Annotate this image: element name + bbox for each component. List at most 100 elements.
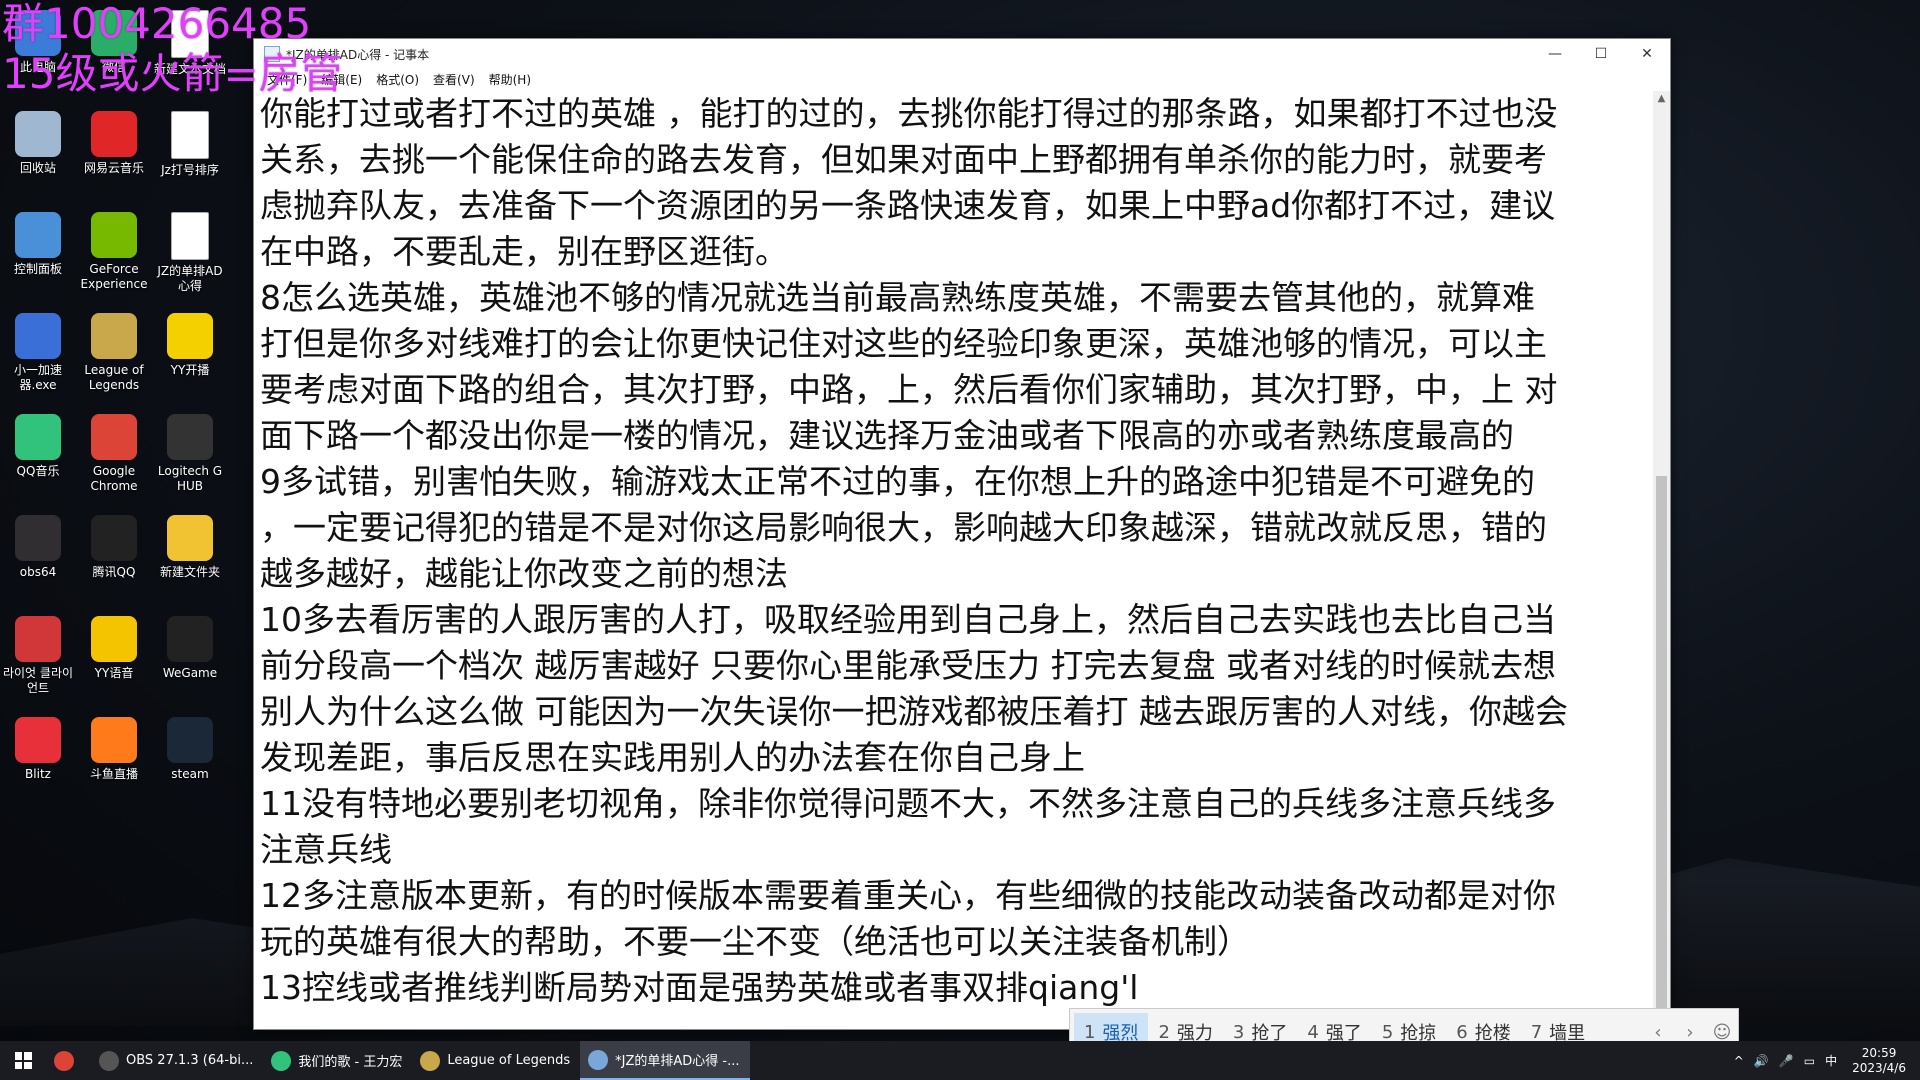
- windows-logo-icon: [14, 1052, 32, 1069]
- chrome-icon: [91, 414, 137, 460]
- desktop-icon[interactable]: QQ音乐: [0, 404, 76, 496]
- desktop-icon-label: steam: [171, 767, 209, 781]
- desktop-icon-label: obs64: [19, 565, 57, 579]
- taskbar-item-label: OBS 27.1.3 (64-bi...: [126, 1053, 254, 1068]
- menu-help[interactable]: 帮助(H): [482, 71, 538, 88]
- ime-mode-indicator[interactable]: 中: [1820, 1052, 1842, 1069]
- ime-next-icon[interactable]: ›: [1674, 1022, 1706, 1043]
- menu-format[interactable]: 格式(O): [369, 71, 426, 88]
- taskbar-item[interactable]: [46, 1041, 91, 1080]
- desktop-icon[interactable]: YY语音: [76, 606, 152, 698]
- taskbar-item[interactable]: OBS 27.1.3 (64-bi...: [91, 1041, 263, 1080]
- ime-prev-icon[interactable]: ‹: [1642, 1022, 1674, 1043]
- desktop-icon[interactable]: YY开播: [152, 303, 228, 395]
- desktop-icon[interactable]: obs64: [0, 505, 76, 597]
- yy-live-icon: [167, 313, 213, 359]
- text-line: 别人为什么这么做 可能因为一次失误你一把游戏都被压着打 越去跟厉害的人对线，你越…: [260, 692, 1568, 731]
- desktop-icon[interactable]: steam: [152, 707, 228, 799]
- text-line: 11没有特地必要别老切视角，除非你觉得问题不大，不然多注意自己的兵线多注意兵线多: [260, 784, 1556, 823]
- ime-candidate-number: 3: [1232, 1021, 1245, 1043]
- text-line: 要考虑对面下路的组合，其次打野，中路，上，然后看你们家辅助，其次打野，中，上 对: [260, 370, 1558, 409]
- folder-icon: [167, 515, 213, 561]
- desktop-icon[interactable]: Jz打号排序: [152, 101, 228, 193]
- accelerator-icon: [15, 313, 61, 359]
- menu-bar: 文件(F) 编辑(E) 格式(O) 查看(V) 帮助(H): [254, 69, 1670, 89]
- ime-candidate-number: 7: [1530, 1021, 1543, 1043]
- scroll-thumb[interactable]: [1656, 476, 1667, 1025]
- notepad-window: *JZ的单排AD心得 - 记事本 — ☐ ✕ 文件(F) 编辑(E) 格式(O)…: [253, 38, 1671, 1030]
- desktop-icon-label: 控制面板: [13, 262, 62, 276]
- close-button[interactable]: ✕: [1624, 39, 1670, 69]
- taskbar-item[interactable]: 我们的歌 - 王力宏: [263, 1041, 412, 1080]
- desktop-icon[interactable]: 斗鱼直播: [76, 707, 152, 799]
- steam-icon: [167, 717, 213, 763]
- league-of-legends-icon: [420, 1050, 441, 1071]
- desktop-icon-label: JZ的单排AD心得: [157, 264, 223, 293]
- text-line: 打但是你多对线难打的会让你更快记住对这些的经验印象更深，英雄池够的情况，可以主: [260, 324, 1547, 363]
- text-line: 发现差距，事后反思在实践用别人的办法套在你自己身上: [260, 738, 1085, 777]
- text-line: 玩的英雄有很大的帮助，不要一尘不变（绝活也可以关注装备机制）: [260, 922, 1250, 961]
- ime-candidate-number: 4: [1307, 1021, 1319, 1043]
- control-panel-icon: [15, 212, 61, 258]
- desktop-icon-label: League of Legends: [84, 363, 144, 392]
- desktop-icon[interactable]: WeGame: [152, 606, 228, 698]
- tray-chevron-icon[interactable]: ^: [1729, 1054, 1749, 1068]
- maximize-button[interactable]: ☐: [1578, 39, 1624, 69]
- ime-candidate-number: 5: [1381, 1021, 1394, 1043]
- taskbar-item-label: League of Legends: [447, 1053, 571, 1068]
- desktop-icon[interactable]: 新建文件夹: [152, 505, 228, 597]
- network-icon[interactable]: ▭: [1799, 1054, 1820, 1068]
- microphone-icon[interactable]: 🎤: [1774, 1054, 1799, 1068]
- text-line: 面下路一个都没出你是一楼的情况，建议选择万金油或者下限高的亦或者熟练度最高的: [260, 416, 1514, 455]
- clock-date: 2023/4/6: [1852, 1060, 1906, 1075]
- start-button[interactable]: [0, 1041, 46, 1080]
- qq-icon: [91, 515, 137, 561]
- text-line: 12多注意版本更新，有的时候版本需要着重关心，有些细微的技能改动装备改动都是对你: [260, 876, 1556, 915]
- taskbar-item[interactable]: League of Legends: [412, 1041, 580, 1080]
- text-line: 10多去看厉害的人跟厉害的人打，吸取经验用到自己身上，然后自己去实践也去比自己当: [260, 600, 1556, 639]
- text-line: 9多试错，别害怕失败，输游戏太正常不过的事，在你想上升的路途中犯错是不可避免的: [260, 462, 1535, 501]
- overlay-room-admin-note: 15级或火箭=房管: [2, 49, 343, 98]
- text-line: 你能打过或者打不过的英雄 ，能打的过的，去挑你能打得过的那条路，如果都打不过也没: [260, 94, 1558, 133]
- taskbar-item[interactable]: *JZ的单排AD心得 -...: [580, 1041, 750, 1080]
- desktop-icon[interactable]: 回收站: [0, 101, 76, 193]
- logitech-icon: [167, 414, 213, 460]
- text-file-icon: [171, 212, 209, 260]
- menu-view[interactable]: 查看(V): [426, 71, 482, 88]
- obs-icon: [15, 515, 61, 561]
- clock-time: 20:59: [1861, 1045, 1897, 1060]
- ime-candidate-number: 1: [1084, 1021, 1096, 1043]
- clock[interactable]: 20:59 2023/4/6: [1842, 1046, 1920, 1076]
- desktop-icon[interactable]: 腾讯QQ: [76, 505, 152, 597]
- desktop-icon[interactable]: 网易云音乐: [76, 101, 152, 193]
- desktop-icon[interactable]: League of Legends: [76, 303, 152, 395]
- netease-music-icon: [91, 111, 137, 157]
- qq-music-icon: [271, 1050, 292, 1071]
- desktop-icon[interactable]: 라이엇 클라이언트: [0, 606, 76, 698]
- vertical-scrollbar[interactable]: ▲: [1653, 91, 1670, 1029]
- taskbar: OBS 27.1.3 (64-bi... 我们的歌 - 王力宏 League of …: [0, 1041, 1920, 1080]
- ime-emoji-icon[interactable]: ☺: [1706, 1022, 1738, 1043]
- desktop-icon[interactable]: 小一加速器.exe: [0, 303, 76, 395]
- desktop-icon[interactable]: 控制面板: [0, 202, 76, 294]
- desktop-icon-label: Blitz: [25, 767, 51, 781]
- desktop-icon[interactable]: Google Chrome: [76, 404, 152, 496]
- desktop-icon-label: 腾讯QQ: [92, 565, 136, 579]
- text-editor[interactable]: 你能打过或者打不过的英雄 ，能打的过的，去挑你能打得过的那条路，如果都打不过也没…: [254, 91, 1652, 1029]
- desktop-icon[interactable]: Logitech G HUB: [152, 404, 228, 496]
- desktop-icon[interactable]: Blitz: [0, 707, 76, 799]
- desktop-icon-label: Logitech G HUB: [157, 464, 223, 493]
- system-tray: ^ 🔊 🎤 ▭ 中 20:59 2023/4/6: [1729, 1041, 1920, 1080]
- volume-icon[interactable]: 🔊: [1749, 1054, 1774, 1068]
- desktop-icon-label: Google Chrome: [90, 464, 138, 493]
- qq-music-icon: [15, 414, 61, 460]
- desktop-icon[interactable]: GeForce Experience: [76, 202, 152, 294]
- title-bar[interactable]: *JZ的单排AD心得 - 记事本 — ☐ ✕: [254, 39, 1670, 69]
- scroll-up-icon[interactable]: ▲: [1653, 93, 1670, 104]
- minimize-button[interactable]: —: [1532, 39, 1578, 69]
- desktop-icon-label: WeGame: [162, 666, 218, 680]
- ime-candidate-number: 2: [1158, 1021, 1170, 1043]
- desktop-icon[interactable]: JZ的单排AD心得: [152, 202, 228, 294]
- desktop-icon-label: YY语音: [94, 666, 134, 680]
- desktop-icon-label: 斗鱼直播: [89, 767, 138, 781]
